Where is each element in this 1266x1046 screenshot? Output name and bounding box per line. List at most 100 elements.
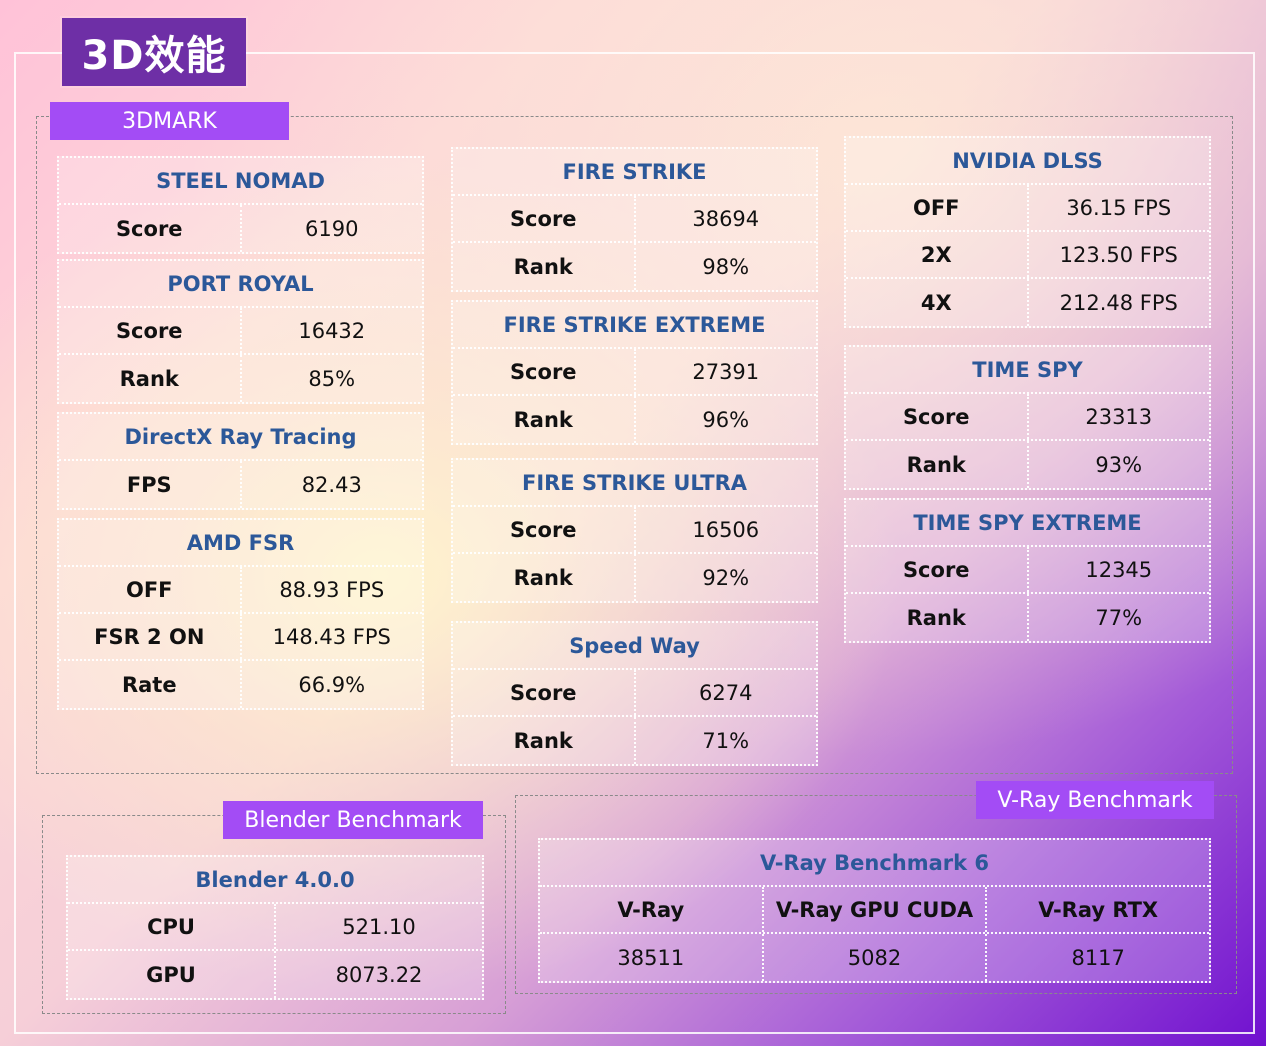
row-value: 212.48 FPS bbox=[1059, 290, 1178, 315]
bench-fire-strike-extreme: FIRE STRIKE EXTREME Score 27391 Rank 96% bbox=[451, 300, 818, 445]
bench-time-spy-extreme: TIME SPY EXTREME Score 12345 Rank 77% bbox=[844, 498, 1211, 643]
table-row: Rank 98% bbox=[453, 243, 816, 290]
row-value: 92% bbox=[702, 565, 750, 590]
row-label: Rank bbox=[846, 594, 1029, 641]
row-value: 8073.22 bbox=[335, 962, 423, 987]
bench-nvidia-dlss: NVIDIA DLSS OFF 36.15 FPS 2X 123.50 FPS … bbox=[844, 136, 1211, 328]
row-value: 148.43 FPS bbox=[272, 624, 391, 649]
row-value: 96% bbox=[702, 407, 750, 432]
bench-title: TIME SPY bbox=[846, 347, 1209, 394]
row-label: Rate bbox=[59, 661, 242, 708]
table-row: Score 6274 bbox=[453, 670, 816, 717]
table-row: Score 6190 bbox=[59, 205, 422, 252]
bench-blender-400: Blender 4.0.0 CPU 521.10 GPU 8073.22 bbox=[66, 855, 484, 1000]
bench-title: V-Ray Benchmark 6 bbox=[540, 840, 1209, 887]
bench-title: FIRE STRIKE EXTREME bbox=[453, 302, 816, 349]
table-row: CPU 521.10 bbox=[68, 904, 482, 951]
table-row: 38511 5082 8117 bbox=[540, 934, 1209, 981]
row-value: 98% bbox=[702, 254, 750, 279]
row-label: Score bbox=[453, 670, 636, 715]
table-row: 4X 212.48 FPS bbox=[846, 279, 1209, 326]
table-row: GPU 8073.22 bbox=[68, 951, 482, 998]
section-tag-3dmark: 3DMARK bbox=[50, 102, 289, 140]
row-value: 6274 bbox=[699, 680, 753, 705]
row-label: Rank bbox=[453, 396, 636, 443]
bench-fire-strike-ultra: FIRE STRIKE ULTRA Score 16506 Rank 92% bbox=[451, 458, 818, 603]
table-row: OFF 36.15 FPS bbox=[846, 185, 1209, 232]
table-row: FPS 82.43 bbox=[59, 461, 422, 508]
bench-speed-way: Speed Way Score 6274 Rank 71% bbox=[451, 621, 818, 766]
row-label: CPU bbox=[68, 904, 276, 949]
bench-title: DirectX Ray Tracing bbox=[59, 414, 422, 461]
bench-port-royal: PORT ROYAL Score 16432 Rank 85% bbox=[57, 259, 424, 404]
table-row: Rate 66.9% bbox=[59, 661, 422, 708]
row-value: 521.10 bbox=[342, 914, 416, 939]
bench-title: TIME SPY EXTREME bbox=[846, 500, 1209, 547]
row-label: FSR 2 ON bbox=[59, 614, 242, 659]
row-value: 38511 bbox=[540, 934, 764, 981]
row-label: Rank bbox=[453, 554, 636, 601]
row-value: 77% bbox=[1095, 605, 1143, 630]
row-label: Rank bbox=[453, 717, 636, 764]
bench-amd-fsr: AMD FSR OFF 88.93 FPS FSR 2 ON 148.43 FP… bbox=[57, 518, 424, 710]
table-row: Rank 92% bbox=[453, 554, 816, 601]
row-label: GPU bbox=[68, 951, 276, 998]
table-header-row: V-Ray V-Ray GPU CUDA V-Ray RTX bbox=[540, 887, 1209, 934]
row-label: Score bbox=[59, 205, 242, 252]
row-value: 23313 bbox=[1085, 404, 1153, 429]
table-row: Score 23313 bbox=[846, 394, 1209, 441]
row-value: 88.93 FPS bbox=[279, 577, 385, 602]
row-value: 16432 bbox=[298, 318, 366, 343]
row-label: OFF bbox=[59, 567, 242, 612]
row-label: Score bbox=[59, 308, 242, 353]
section-tag-vray: V-Ray Benchmark bbox=[976, 781, 1214, 819]
column-header: V-Ray RTX bbox=[1038, 897, 1159, 922]
table-row: FSR 2 ON 148.43 FPS bbox=[59, 614, 422, 661]
table-row: 2X 123.50 FPS bbox=[846, 232, 1209, 279]
column-header: V-Ray bbox=[540, 887, 764, 932]
row-label: Score bbox=[453, 196, 636, 241]
row-value: 93% bbox=[1095, 452, 1143, 477]
row-value: 36.15 FPS bbox=[1066, 195, 1172, 220]
row-value: 66.9% bbox=[298, 672, 366, 697]
table-row: Score 38694 bbox=[453, 196, 816, 243]
row-label: Score bbox=[846, 547, 1029, 592]
table-row: Rank 96% bbox=[453, 396, 816, 443]
row-value: 85% bbox=[308, 366, 356, 391]
row-label: Score bbox=[453, 349, 636, 394]
row-value: 71% bbox=[702, 728, 750, 753]
row-value: 6190 bbox=[305, 216, 359, 241]
table-row: Score 16432 bbox=[59, 308, 422, 355]
bench-title: FIRE STRIKE ULTRA bbox=[453, 460, 816, 507]
row-value: 82.43 bbox=[301, 472, 362, 497]
bench-title: NVIDIA DLSS bbox=[846, 138, 1209, 185]
row-label: FPS bbox=[59, 461, 242, 508]
table-row: Rank 85% bbox=[59, 355, 422, 402]
row-label: Score bbox=[846, 394, 1029, 439]
row-label: OFF bbox=[846, 185, 1029, 230]
table-row: Rank 71% bbox=[453, 717, 816, 764]
table-row: Score 12345 bbox=[846, 547, 1209, 594]
table-row: Rank 93% bbox=[846, 441, 1209, 488]
table-row: Rank 77% bbox=[846, 594, 1209, 641]
row-label: Score bbox=[453, 507, 636, 552]
bench-title: Blender 4.0.0 bbox=[68, 857, 482, 904]
bench-title: Speed Way bbox=[453, 623, 816, 670]
bench-title: PORT ROYAL bbox=[59, 261, 422, 308]
row-label: 2X bbox=[846, 232, 1029, 277]
bench-directx-ray-tracing: DirectX Ray Tracing FPS 82.43 bbox=[57, 412, 424, 510]
row-value: 8117 bbox=[1071, 945, 1125, 970]
bench-fire-strike: FIRE STRIKE Score 38694 Rank 98% bbox=[451, 147, 818, 292]
table-row: Score 16506 bbox=[453, 507, 816, 554]
bench-time-spy: TIME SPY Score 23313 Rank 93% bbox=[844, 345, 1211, 490]
row-value: 38694 bbox=[692, 206, 760, 231]
table-row: Score 27391 bbox=[453, 349, 816, 396]
bench-title: STEEL NOMAD bbox=[59, 158, 422, 205]
section-tag-blender: Blender Benchmark bbox=[223, 801, 483, 839]
row-value: 16506 bbox=[692, 517, 760, 542]
row-value: 123.50 FPS bbox=[1059, 242, 1178, 267]
page-title: 3D效能 bbox=[62, 18, 246, 86]
row-label: Rank bbox=[59, 355, 242, 402]
column-header: V-Ray GPU CUDA bbox=[764, 887, 988, 932]
table-row: OFF 88.93 FPS bbox=[59, 567, 422, 614]
